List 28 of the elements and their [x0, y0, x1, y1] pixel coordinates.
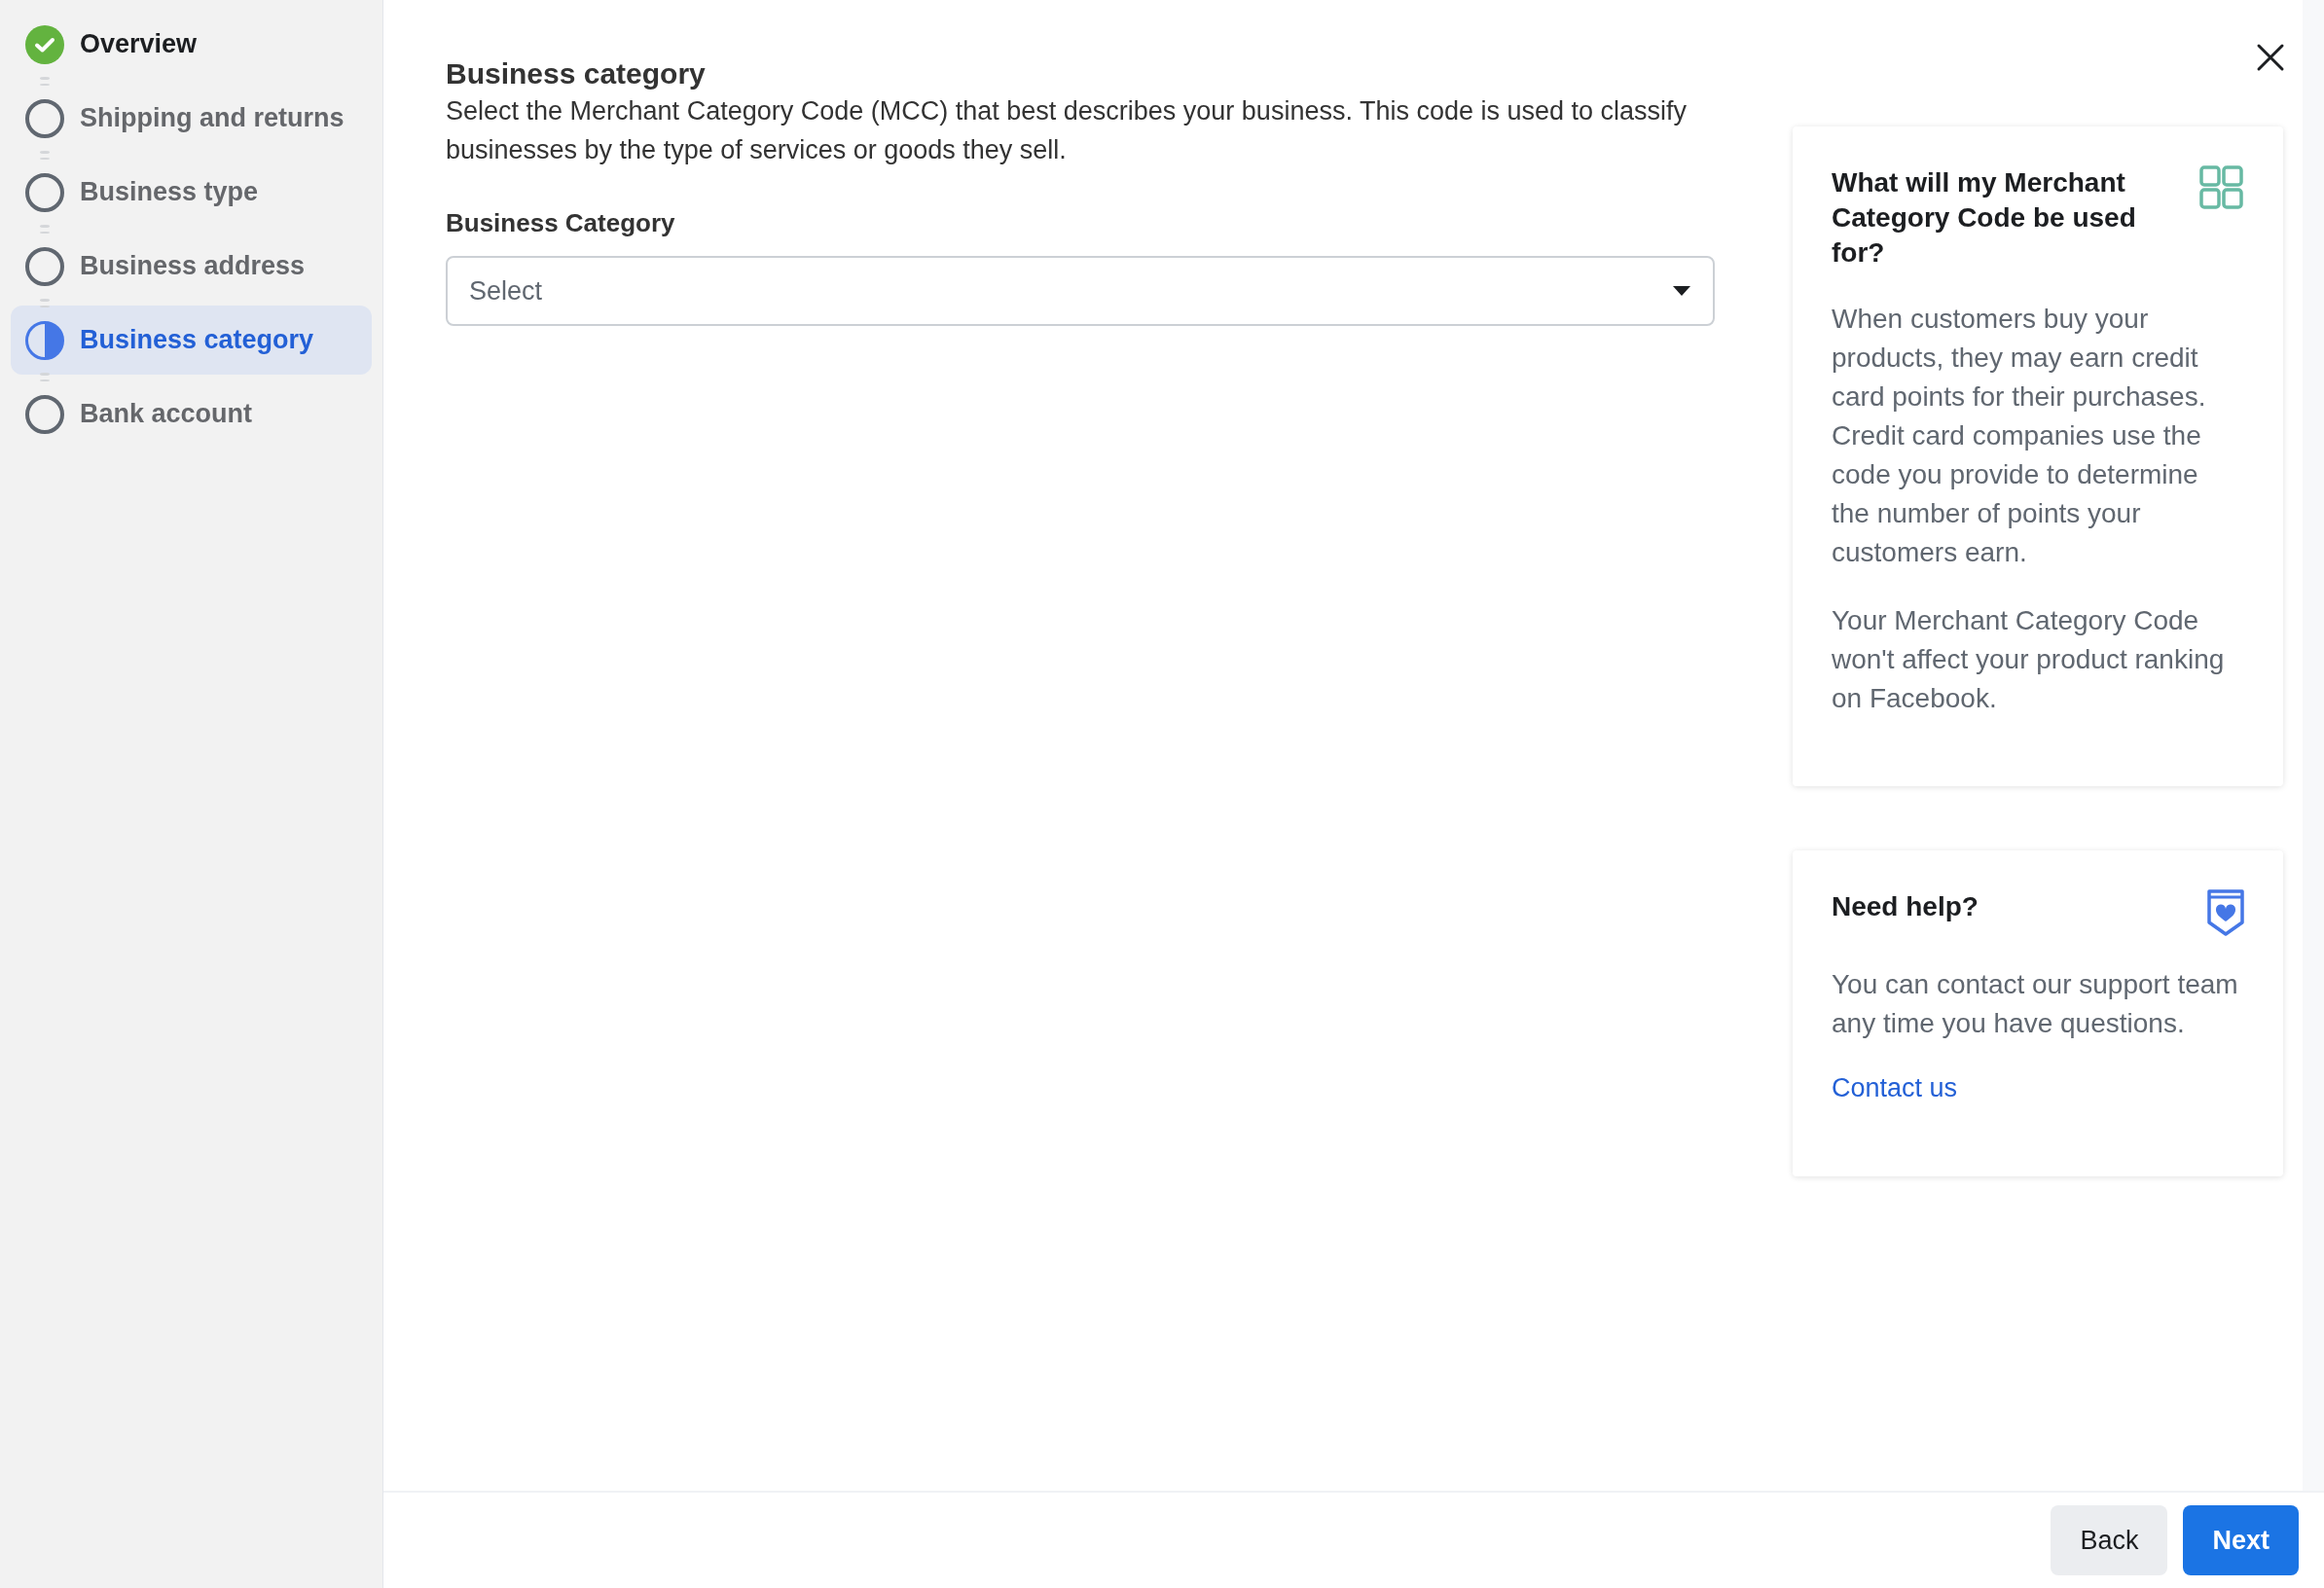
close-icon[interactable] — [2256, 43, 2285, 72]
card-title: What will my Merchant Category Code be used for? — [1832, 166, 2137, 270]
step-item[interactable]: Business address — [11, 232, 372, 301]
heart-shield-icon — [2207, 889, 2244, 936]
step-item[interactable]: Bank account — [11, 379, 372, 449]
contact-link[interactable]: Contact us — [1832, 1068, 1958, 1108]
check-circle-icon — [25, 24, 64, 64]
grid-icon — [2199, 165, 2244, 210]
back-button[interactable]: Back — [2051, 1505, 2168, 1575]
card-text: You can contact our support team any time you have questions. — [1832, 968, 2239, 1040]
empty-circle-icon — [25, 172, 64, 212]
empty-circle-icon — [25, 246, 64, 286]
empty-circle-icon — [25, 98, 64, 138]
step-item[interactable]: Business type — [11, 158, 372, 227]
caret-icon — [1672, 285, 1691, 297]
card-title: Need help? — [1832, 890, 1979, 923]
step-item[interactable]: Business category — [11, 306, 372, 375]
step-item[interactable]: Overview — [11, 10, 372, 79]
card-text: When customers buy your products, they may earn credit card points for their purchases. Credit card companies use the code you provide to determine the number of points your customers earn. — [1832, 303, 2207, 569]
section-title: Business category — [446, 56, 707, 91]
section-description: Select the Merchant Category Code (MCC) that best describes your business. This code is used to classify businesses by the type of services or goods they sell. — [446, 95, 1689, 166]
step-item[interactable]: Shipping and returns — [11, 84, 372, 153]
field-label: Business Category — [446, 207, 676, 239]
next-button[interactable]: Next — [2183, 1505, 2299, 1575]
empty-circle-icon — [25, 394, 64, 434]
half-circle-icon — [25, 320, 64, 360]
category-dropdown[interactable]: Select — [446, 256, 1715, 326]
card-text: Your Merchant Category Code won't affect your product ranking on Facebook. — [1832, 604, 2226, 715]
